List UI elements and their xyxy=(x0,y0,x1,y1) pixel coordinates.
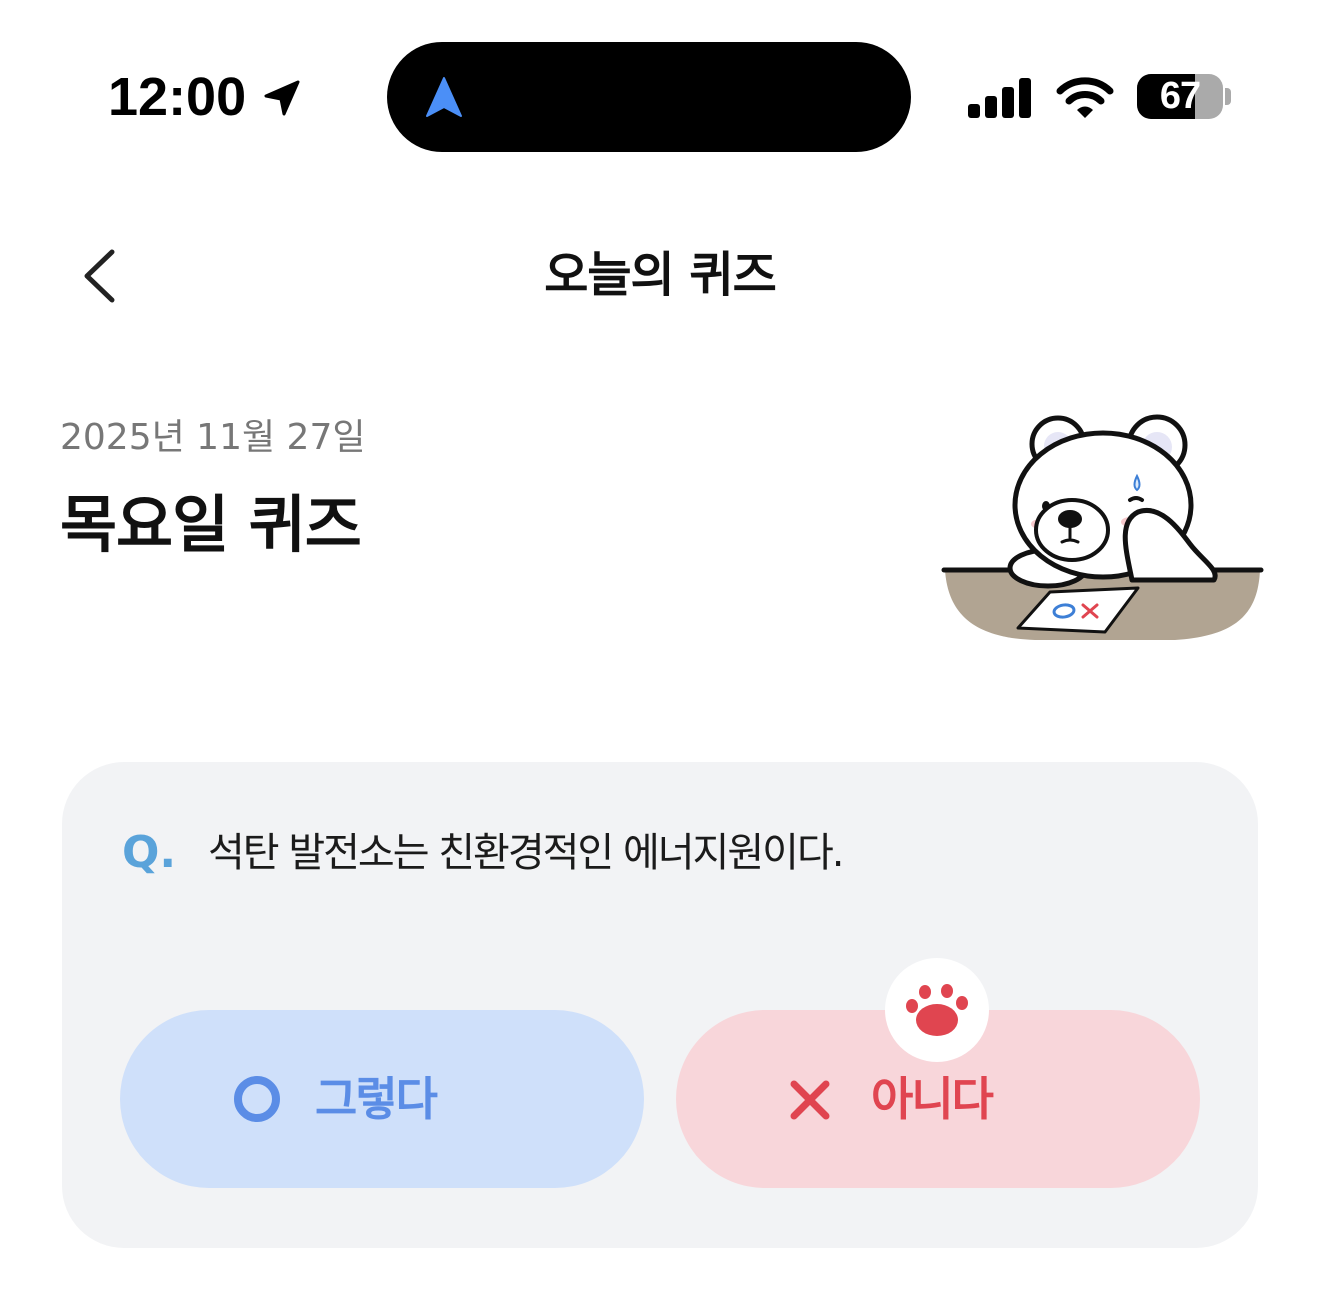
selected-paw-badge xyxy=(885,958,989,1062)
question-text: 석탄 발전소는 친환경적인 에너지원이다. xyxy=(208,830,844,876)
answer-false-label: 아니다 xyxy=(871,1072,994,1126)
question-prefix: Q. xyxy=(122,827,177,878)
quiz-card: Q. 석탄 발전소는 친환경적인 에너지원이다. 그렇다 아니다 xyxy=(62,762,1258,1248)
wifi-icon xyxy=(1056,77,1114,118)
circle-o-icon xyxy=(234,1076,280,1122)
quiz-title: 목요일 퀴즈 xyxy=(60,488,362,561)
location-arrow-icon xyxy=(264,80,300,116)
x-icon xyxy=(790,1080,830,1120)
page-title: 오늘의 퀴즈 xyxy=(544,247,777,303)
battery-indicator: 67 xyxy=(1137,74,1223,119)
answer-true-label: 그렇다 xyxy=(315,1072,438,1126)
cellular-signal-icon xyxy=(968,78,1031,118)
battery-percent: 67 xyxy=(1159,75,1201,117)
navigation-arrow-icon xyxy=(426,77,462,117)
answer-true-button[interactable]: 그렇다 xyxy=(120,1010,644,1188)
paw-icon xyxy=(906,984,968,1036)
dynamic-island[interactable] xyxy=(387,42,911,152)
quiz-date: 2025년 11월 27일 xyxy=(60,417,366,458)
status-time: 12:00 xyxy=(108,67,247,127)
bear-quiz-illustration xyxy=(941,414,1264,640)
battery-cap xyxy=(1225,88,1231,105)
